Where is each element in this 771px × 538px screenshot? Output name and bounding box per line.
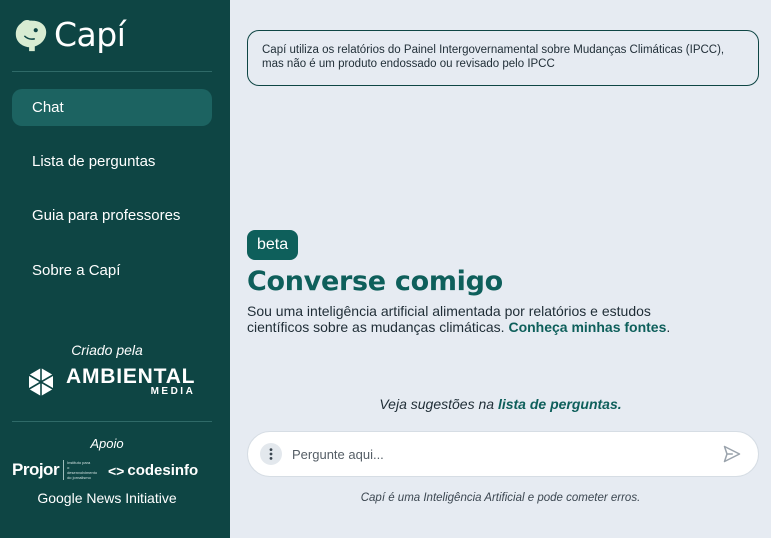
ambiental-wordmark: AMBIENTAL — [66, 365, 196, 388]
codesinfo-wordmark: codesinfo — [127, 462, 199, 479]
capybara-icon — [15, 19, 47, 52]
ipcc-notice: Capí utiliza os relatórios do Painel Int… — [247, 30, 759, 86]
sources-suffix: . — [666, 319, 671, 335]
code-brackets-icon: <> — [108, 462, 125, 479]
brand-name: Capí — [54, 14, 126, 54]
sources-link[interactable]: Conheça minhas fontes — [508, 319, 666, 335]
sidebar-divider — [12, 71, 212, 72]
send-button[interactable] — [720, 442, 744, 466]
intro-description: Sou uma inteligência artificial alimenta… — [247, 303, 687, 335]
question-list-link[interactable]: lista de perguntas. — [498, 396, 622, 412]
codesinfo-logo[interactable]: <> codesinfo — [108, 462, 198, 479]
send-icon — [723, 445, 741, 463]
nav-item-sobre-a-capi[interactable]: Sobre a Capí — [12, 252, 212, 289]
media-wordmark: MEDIA — [150, 386, 196, 397]
brand-logo[interactable]: Capí — [12, 14, 126, 54]
ambiental-media-logo[interactable]: AMBIENTAL MEDIA — [26, 366, 195, 397]
nav-item-lista-de-perguntas[interactable]: Lista de perguntas — [12, 143, 212, 180]
created-by-label: Criado pela — [71, 342, 143, 358]
question-input[interactable] — [292, 446, 720, 462]
beta-badge: beta — [247, 230, 299, 260]
nav-item-chat[interactable]: Chat — [12, 89, 212, 126]
nav-item-guia-para-professores[interactable]: Guia para professores — [12, 197, 212, 234]
sidebar: Capí Chat Lista de perguntas Guia para p… — [0, 0, 230, 538]
support-label: Apoio — [90, 436, 124, 451]
more-vertical-icon[interactable] — [260, 443, 282, 465]
page-title: Converse comigo — [247, 266, 503, 297]
google-news-initiative-logo[interactable]: Google News Initiative — [0, 490, 214, 506]
chat-main: Capí utiliza os relatórios do Painel Int… — [230, 0, 771, 538]
polygon-logo-icon — [28, 367, 54, 396]
chat-input-bar — [247, 431, 759, 477]
sidebar-divider-bottom — [12, 421, 212, 422]
suggestions-hint: Veja sugestões na lista de perguntas. — [230, 396, 771, 412]
ai-disclaimer: Capí é uma Inteligência Artificial e pod… — [360, 492, 641, 504]
projor-wordmark: Projor — [12, 460, 60, 479]
projor-tagline: Instituto para o desenvolvimento do jorn… — [63, 460, 97, 480]
projor-logo[interactable]: Projor Instituto para o desenvolvimento … — [12, 460, 97, 480]
suggestions-prefix: Veja sugestões na — [379, 396, 495, 412]
